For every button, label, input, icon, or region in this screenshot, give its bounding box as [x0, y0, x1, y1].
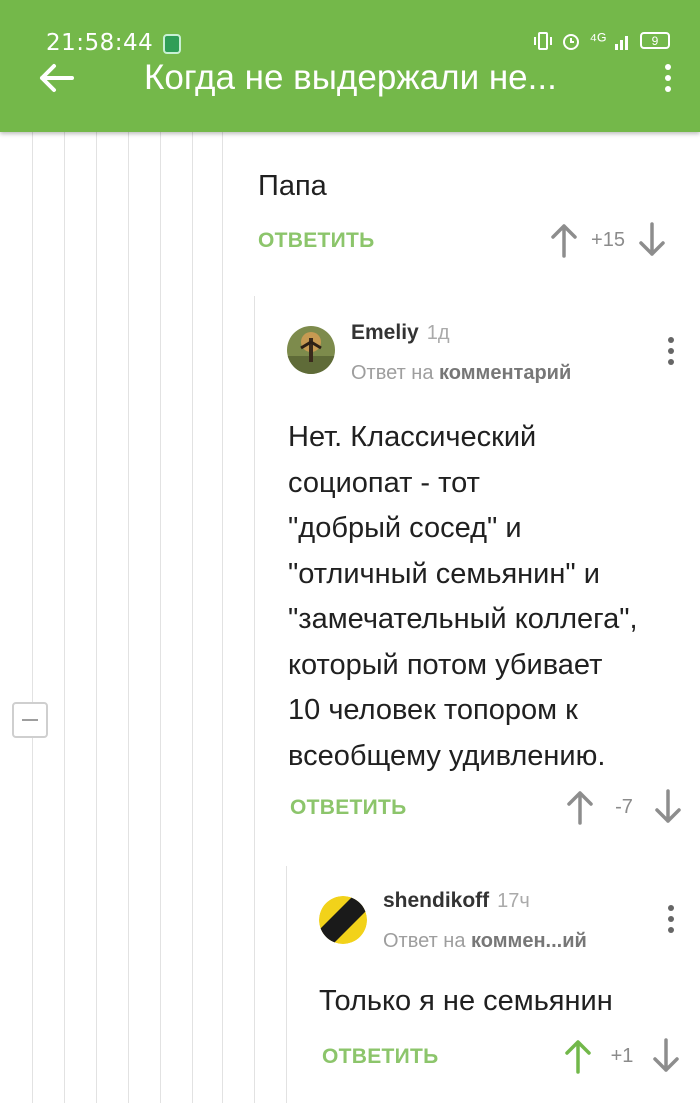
- vibrate-icon: [534, 31, 553, 50]
- downvote-arrow-icon[interactable]: [638, 222, 666, 258]
- comment-line: социопат - тот: [288, 466, 480, 499]
- back-arrow-icon[interactable]: [36, 58, 76, 98]
- comment-line: "замечательный коллега",: [288, 603, 638, 635]
- upvote-arrow-icon[interactable]: [550, 222, 578, 258]
- reply-button[interactable]: ОТВЕТИТЬ: [322, 1045, 439, 1069]
- status-time: 21:58:44: [46, 30, 154, 56]
- comment-text: Папа: [258, 170, 327, 202]
- vote-controls: +1: [564, 1038, 680, 1074]
- reply-to-prefix: Ответ на: [351, 362, 434, 384]
- comment-line: всеобщему удивлению.: [288, 739, 606, 772]
- comment-line: который потом убивает: [288, 648, 603, 681]
- more-menu-icon[interactable]: [662, 64, 674, 98]
- thread-line: [222, 132, 223, 1103]
- avatar[interactable]: [287, 326, 335, 374]
- comment-line: Нет. Классический: [288, 421, 537, 453]
- alarm-icon: [563, 33, 580, 50]
- thread-line: [192, 132, 193, 1103]
- comment-text: Только я не семьянин: [319, 985, 613, 1017]
- downvote-arrow-icon[interactable]: [654, 789, 682, 825]
- notification-icon: [163, 34, 181, 54]
- comment-line: "добрый сосед" и: [288, 512, 522, 544]
- reply-to-link[interactable]: комментарий: [439, 362, 571, 384]
- comment-author[interactable]: shendikoff 17ч: [383, 889, 530, 913]
- reply-button[interactable]: ОТВЕТИТЬ: [290, 796, 407, 820]
- thread-line: [254, 296, 255, 1103]
- comment-menu-icon[interactable]: [665, 337, 677, 370]
- status-icons: ⁴ᴳ 9: [533, 30, 670, 51]
- comment-author[interactable]: Emeliy 1д: [351, 321, 450, 345]
- avatar[interactable]: [319, 896, 367, 944]
- vote-controls: +15: [550, 222, 666, 258]
- author-name[interactable]: shendikoff: [383, 889, 489, 912]
- app-bar: 21:58:44 ⁴ᴳ 9 Когда не выдержали не...: [0, 0, 700, 132]
- upvote-arrow-icon[interactable]: [566, 789, 594, 825]
- thread-line: [160, 132, 161, 1103]
- page-title: Когда не выдержали не...: [144, 58, 557, 97]
- reply-button[interactable]: ОТВЕТИТЬ: [258, 229, 375, 253]
- comment-text: Нет. Классический социопат - тот "добрый…: [288, 415, 638, 779]
- comment-line: 10 человек топором к: [288, 694, 578, 726]
- reply-to-link[interactable]: коммен...ий: [471, 930, 587, 952]
- reply-to-info: Ответ на коммен...ий: [383, 930, 587, 953]
- thread-line: [32, 132, 33, 1103]
- comment-menu-icon[interactable]: [665, 905, 677, 938]
- comment-score: +15: [591, 228, 625, 251]
- downvote-arrow-icon[interactable]: [652, 1038, 680, 1074]
- collapse-thread-button[interactable]: [12, 702, 48, 738]
- comment-score: -7: [615, 795, 633, 818]
- thread-line: [64, 132, 65, 1103]
- thread-line: [96, 132, 97, 1103]
- signal-icon: ⁴ᴳ: [589, 30, 606, 50]
- comment-age: 1д: [426, 322, 450, 344]
- comment-line: "отличный семьянин" и: [288, 557, 600, 590]
- thread-line: [286, 866, 287, 1103]
- comment-age: 17ч: [497, 890, 530, 912]
- reply-to-info: Ответ на комментарий: [351, 362, 571, 385]
- signal-bars-icon: [615, 35, 628, 50]
- battery-icon: 9: [640, 32, 670, 49]
- author-name[interactable]: Emeliy: [351, 321, 419, 344]
- comment-score: +1: [610, 1044, 634, 1067]
- upvote-arrow-icon[interactable]: [564, 1038, 592, 1074]
- vote-controls: -7: [566, 789, 682, 825]
- thread-line: [128, 132, 129, 1103]
- reply-to-prefix: Ответ на: [383, 930, 466, 952]
